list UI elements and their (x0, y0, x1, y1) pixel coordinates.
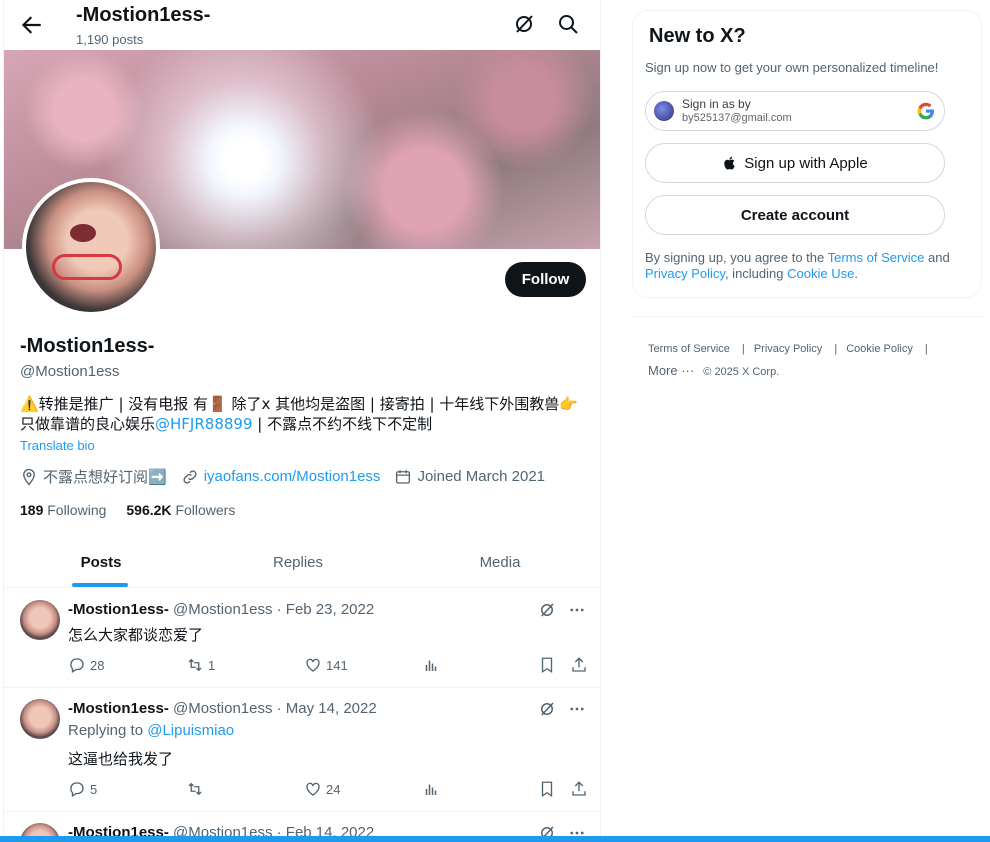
grok-icon[interactable] (538, 700, 556, 718)
follow-button[interactable]: Follow (505, 262, 586, 297)
create-account-button[interactable]: Create account (645, 195, 945, 235)
bookmark-icon[interactable] (538, 780, 556, 798)
reply-mention-link[interactable]: @Lipuismiao (147, 722, 234, 739)
views-icon[interactable] (422, 656, 440, 674)
share-icon[interactable] (570, 656, 588, 674)
footer-cookie-link[interactable]: Cookie Policy (846, 343, 913, 355)
google-signin-label: Sign in as by (682, 97, 751, 111)
tweet[interactable]: -Mostion1ess- @Mostion1ess · Feb 23, 202… (4, 589, 600, 688)
signup-card: New to X? Sign up now to get your own pe… (632, 10, 982, 298)
profile-bio: ⚠️转推是推广 | 没有电报 有🚪 除了x 其他均是盗图 | 接寄拍 | 十年线… (20, 394, 590, 434)
tweet-text: 这逼也给我发了 (68, 750, 174, 768)
bio-mention-link[interactable]: @HFJR88899 (155, 415, 252, 433)
tweet-actions: 5 24 (68, 780, 588, 800)
signup-legal: By signing up, you agree to the Terms of… (645, 250, 950, 281)
footer-privacy-link[interactable]: Privacy Policy (754, 343, 822, 355)
tweet-avatar[interactable] (20, 699, 60, 739)
search-icon[interactable] (556, 12, 580, 36)
follow-stats: 189 Following 596.2K Followers (20, 502, 235, 518)
retweet-icon[interactable] (186, 656, 204, 674)
tweet-avatar[interactable] (20, 600, 60, 640)
footer-copyright: © 2025 X Corp. (703, 366, 780, 378)
bottom-banner-bar (0, 836, 990, 842)
signup-subtitle: Sign up now to get your own personalized… (645, 60, 939, 75)
terms-link[interactable]: Terms of Service (828, 250, 925, 265)
grok-icon[interactable] (512, 12, 536, 36)
reply-count: 28 (90, 657, 105, 673)
more-icon[interactable] (568, 601, 586, 619)
top-bar: -Mostion1ess- 1,190 posts (4, 0, 600, 50)
joined-date: Joined March 2021 (417, 468, 546, 485)
profile-avatar[interactable] (22, 178, 160, 316)
profile-tabs: Posts Replies Media (4, 538, 600, 588)
like-count: 24 (326, 781, 341, 797)
reply-icon[interactable] (68, 656, 86, 674)
following-link[interactable]: 189 Following (20, 502, 106, 518)
cookie-link[interactable]: Cookie Use (787, 266, 854, 281)
tab-replies[interactable]: Replies (198, 538, 398, 587)
tweet-header: -Mostion1ess- @Mostion1ess · Feb 23, 202… (68, 601, 375, 618)
header-name: -Mostion1ess- (76, 4, 211, 26)
profile-meta: 不露点想好订阅➡️ iyaofans.com/Mostion1ess Joine… (20, 466, 545, 487)
tab-media[interactable]: Media (398, 538, 600, 587)
more-icon[interactable] (568, 700, 586, 718)
footer: Terms of Service | Privacy Policy | Cookie… (648, 343, 928, 378)
apple-signup-button[interactable]: Sign up with Apple (645, 143, 945, 183)
apple-signup-label: Sign up with Apple (744, 154, 868, 172)
profile-column: -Mostion1ess- 1,190 posts Follow -Mostio… (3, 0, 601, 842)
grok-icon[interactable] (538, 601, 556, 619)
back-arrow-icon[interactable] (18, 12, 44, 38)
replying-to: Replying to @Lipuismiao (68, 722, 235, 739)
tweet-actions: 28 1 141 (68, 656, 588, 676)
privacy-link[interactable]: Privacy Policy (645, 266, 725, 281)
like-count: 141 (326, 657, 348, 673)
like-icon[interactable] (304, 780, 322, 798)
tweet-header: -Mostion1ess- @Mostion1ess · May 14, 202… (68, 700, 377, 717)
like-icon[interactable] (304, 656, 322, 674)
google-email: by525137@gmail.com (682, 112, 792, 124)
footer-terms-link[interactable]: Terms of Service (648, 343, 730, 355)
bookmark-icon[interactable] (538, 656, 556, 674)
signup-title: New to X? (649, 25, 746, 47)
google-logo-icon (917, 102, 934, 120)
share-icon[interactable] (570, 780, 588, 798)
reply-icon[interactable] (68, 780, 86, 798)
link-icon (183, 469, 197, 484)
location-text: 不露点想好订阅➡️ (43, 468, 167, 486)
profile-name: -Mostion1ess- (20, 335, 155, 357)
tab-posts[interactable]: Posts (4, 538, 198, 587)
website-link[interactable]: iyaofans.com/Mostion1ess (204, 468, 381, 485)
retweet-icon[interactable] (186, 780, 204, 798)
footer-more-link[interactable]: More ··· (648, 363, 694, 378)
google-signin-button[interactable]: Sign in as by by525137@gmail.com (645, 91, 945, 131)
retweet-count: 1 (208, 657, 216, 673)
tweet-text: 怎么大家都谈恋爱了 (68, 626, 204, 644)
bio-text-end: | 不露点不约不线下不定制 (252, 415, 433, 433)
location-icon (23, 468, 35, 486)
translate-bio-link[interactable]: Translate bio (20, 438, 95, 453)
views-icon[interactable] (422, 780, 440, 798)
profile-handle: @Mostion1ess (20, 363, 120, 380)
calendar-icon (396, 469, 411, 484)
followers-link[interactable]: 596.2K Followers (126, 502, 235, 518)
apple-icon (724, 156, 735, 170)
sidebar-divider (632, 316, 982, 317)
google-account-avatar (654, 101, 674, 121)
reply-count: 5 (90, 781, 98, 797)
tweet[interactable]: -Mostion1ess- @Mostion1ess · May 14, 202… (4, 688, 600, 812)
post-count: 1,190 posts (76, 32, 144, 47)
